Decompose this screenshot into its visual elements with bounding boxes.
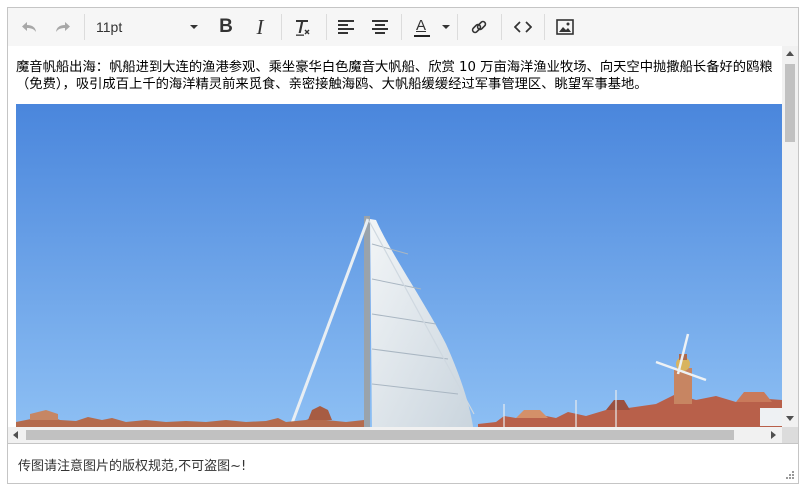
undo-button[interactable] (14, 12, 46, 42)
italic-icon: I (256, 14, 264, 39)
copyright-notice: 传图请注意图片的版权规范,不可盗图~! (18, 459, 247, 474)
toolbar-separator (326, 14, 327, 40)
toolbar-separator (401, 14, 402, 40)
rich-text-editor: 11pt B I A 魔音帆船出海：帆船进到大连的渔港参观、乘坐豪华白色魔音大帆… (7, 7, 799, 484)
toolbar-separator (457, 14, 458, 40)
source-code-button[interactable] (506, 12, 540, 42)
insert-link-button[interactable] (462, 12, 496, 42)
redo-icon (56, 22, 70, 32)
bold-icon: B (219, 16, 233, 37)
align-left-button[interactable] (330, 12, 362, 42)
scrollbar-corner (782, 427, 798, 443)
vertical-scrollbar-thumb[interactable] (785, 64, 795, 142)
chevron-down-icon (190, 25, 198, 29)
horizontal-scrollbar-thumb[interactable] (26, 430, 734, 440)
editor-toolbar: 11pt B I A (8, 8, 798, 47)
text-color-button[interactable]: A (406, 12, 452, 42)
toolbar-separator (501, 14, 502, 40)
clear-formatting-icon (296, 20, 310, 36)
scroll-right-icon[interactable] (771, 431, 776, 439)
toolbar-separator (281, 14, 282, 40)
font-size-select[interactable]: 11pt (88, 12, 204, 42)
resize-handle-icon[interactable] (785, 470, 795, 480)
scroll-up-icon[interactable] (786, 51, 794, 56)
source-code-icon (514, 21, 532, 33)
bold-button[interactable]: B (210, 12, 242, 42)
text-color-icon: A (413, 16, 431, 38)
toolbar-separator (84, 14, 85, 40)
sailboat-photo[interactable] (16, 104, 782, 427)
insert-image-button[interactable] (548, 12, 582, 42)
toolbar-separator (544, 14, 545, 40)
chevron-down-icon (442, 25, 450, 29)
undo-icon (22, 22, 36, 32)
vertical-scrollbar[interactable] (782, 46, 798, 427)
editor-statusbar: 传图请注意图片的版权规范,不可盗图~! (8, 443, 798, 483)
scroll-left-icon[interactable] (13, 431, 18, 439)
horizontal-scrollbar[interactable] (8, 427, 782, 443)
editor-content-area[interactable]: 魔音帆船出海：帆船进到大连的渔港参观、乘坐豪华白色魔音大帆船、欣赏 10 万亩海… (8, 46, 782, 427)
content-paragraph[interactable]: 魔音帆船出海：帆船进到大连的渔港参观、乘坐豪华白色魔音大帆船、欣赏 10 万亩海… (8, 46, 776, 93)
image-icon (556, 19, 574, 35)
clear-formatting-button[interactable] (286, 12, 320, 42)
align-left-icon (338, 20, 354, 34)
font-size-value: 11pt (96, 19, 123, 35)
link-icon (471, 20, 487, 34)
align-center-button[interactable] (364, 12, 396, 42)
italic-button[interactable]: I (244, 12, 276, 42)
align-center-icon (372, 20, 388, 34)
text-color-swatch (414, 35, 430, 37)
redo-button[interactable] (46, 12, 78, 42)
scroll-down-icon[interactable] (786, 416, 794, 421)
